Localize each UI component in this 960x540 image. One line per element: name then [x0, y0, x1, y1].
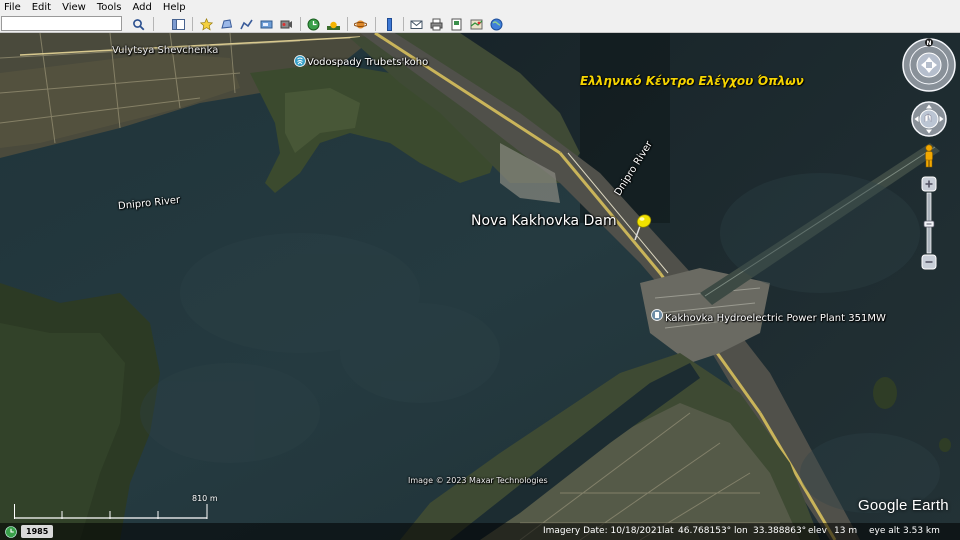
add-overlay-button[interactable]: [258, 16, 275, 32]
google-earth-logo: Google Earth: [858, 497, 949, 514]
print-button[interactable]: [428, 16, 445, 32]
tour-icon: [280, 20, 292, 28]
overlay-title: Ελληνικό Κέντρο Ελέγχου Όπλων: [580, 74, 804, 88]
menu-view[interactable]: View: [62, 0, 86, 15]
menu-add[interactable]: Add: [132, 0, 151, 15]
dam-placemark-label[interactable]: Nova Kakhovka Dam: [471, 213, 617, 229]
zoom-slider[interactable]: [920, 175, 938, 271]
status-bar: 1985 Imagery Date: 10/18/2021 lat 46.768…: [0, 523, 960, 540]
google-earth-window: File Edit View Tools Add Help Vulytsya S…: [0, 0, 960, 540]
maps-icon: [470, 19, 483, 29]
path-icon: [240, 19, 253, 29]
scale-bar: [14, 504, 208, 519]
map-view[interactable]: Vulytsya Shevchenka Vodospady Trubets'ko…: [0, 33, 960, 540]
compass-control[interactable]: N: [902, 38, 956, 92]
sidebar-toggle-button[interactable]: [170, 16, 187, 32]
sunlight-button[interactable]: [325, 16, 342, 32]
history-icon: [307, 18, 320, 30]
latitude-value: 46.768153°: [678, 526, 732, 536]
menu-edit[interactable]: Edit: [32, 0, 51, 15]
elevation-label: elev: [808, 526, 827, 536]
sidebar-icon: [172, 18, 185, 30]
print-icon: [430, 18, 443, 30]
toolbar: [0, 15, 960, 33]
pushpin-icon[interactable]: [630, 212, 656, 242]
earth-icon: [490, 18, 503, 30]
imagery-date: Imagery Date: 10/18/2021: [543, 526, 663, 536]
waterfalls-label[interactable]: Vodospady Trubets'koho: [307, 57, 428, 68]
switch-planet-button[interactable]: [352, 16, 369, 32]
menu-help[interactable]: Help: [163, 0, 186, 15]
compass-north-label: N: [926, 40, 931, 47]
imagery-credit: Image © 2023 Maxar Technologies: [408, 476, 548, 485]
longitude-label: lon: [734, 526, 748, 536]
satellite-imagery: [0, 33, 960, 540]
pegman-icon[interactable]: [922, 144, 936, 168]
record-tour-button[interactable]: [278, 16, 295, 32]
historical-imagery-status-icon[interactable]: [5, 526, 17, 538]
scale-label: 810 m: [192, 494, 218, 503]
placemark-icon: [200, 17, 213, 31]
email-icon: [410, 20, 423, 29]
waterfall-poi-icon[interactable]: [294, 55, 306, 67]
search-icon: [133, 18, 145, 30]
historical-imagery-button[interactable]: [305, 16, 322, 32]
power-plant-poi-icon[interactable]: [651, 309, 663, 321]
latitude-label: lat: [662, 526, 674, 536]
save-image-button[interactable]: [448, 16, 465, 32]
ruler-button[interactable]: [381, 16, 398, 32]
eye-altitude-value: 3.53 km: [903, 526, 940, 536]
elevation-value: 13 m: [834, 526, 858, 536]
menu-tools[interactable]: Tools: [97, 0, 122, 15]
menu-file[interactable]: File: [4, 0, 21, 15]
polygon-icon: [221, 18, 233, 29]
longitude-value: 33.388863°: [753, 526, 807, 536]
add-path-button[interactable]: [238, 16, 255, 32]
search-input[interactable]: [1, 16, 122, 31]
ruler-icon: [387, 17, 392, 31]
save-image-icon: [451, 18, 462, 30]
look-around-control[interactable]: [911, 101, 947, 137]
street-label[interactable]: Vulytsya Shevchenka: [112, 45, 218, 56]
sun-icon: [327, 21, 340, 30]
earth-gallery-button[interactable]: [488, 16, 505, 32]
planet-icon: [354, 20, 367, 28]
view-in-maps-button[interactable]: [468, 16, 485, 32]
power-plant-label[interactable]: Kakhovka Hydroelectric Power Plant 351MW: [665, 313, 886, 324]
overlay-icon: [260, 20, 273, 28]
search-button[interactable]: [130, 16, 147, 32]
menu-bar: File Edit View Tools Add Help: [0, 0, 960, 15]
add-placemark-button[interactable]: [198, 16, 215, 32]
history-year-badge[interactable]: 1985: [21, 525, 54, 538]
eye-altitude-label: eye alt: [869, 526, 900, 536]
add-polygon-button[interactable]: [218, 16, 235, 32]
email-button[interactable]: [408, 16, 425, 32]
